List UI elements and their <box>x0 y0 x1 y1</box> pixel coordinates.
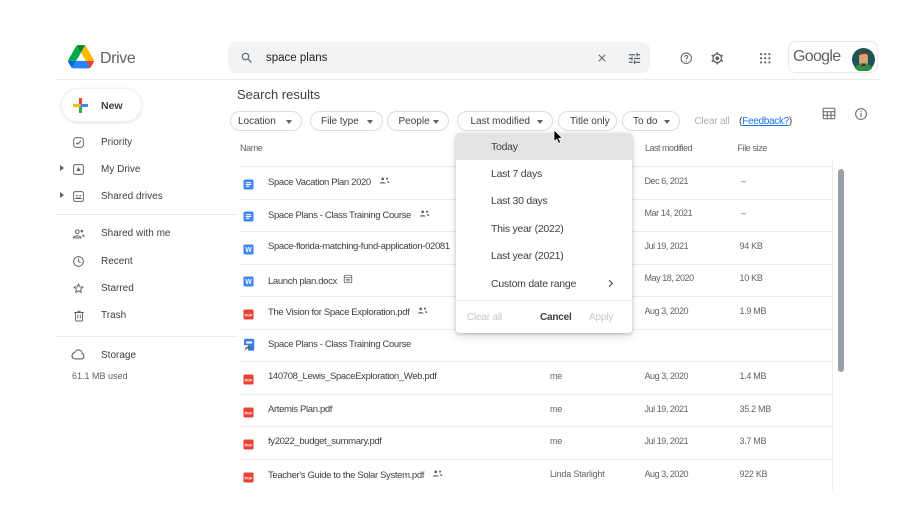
svg-text:PDF: PDF <box>244 443 252 448</box>
svg-text:PDF: PDF <box>244 312 252 317</box>
svg-text:W: W <box>245 279 252 286</box>
svg-text:PDF: PDF <box>244 410 252 415</box>
svg-text:PDF: PDF <box>244 475 252 480</box>
svg-text:PDF: PDF <box>244 377 252 382</box>
svg-text:W: W <box>245 247 252 254</box>
